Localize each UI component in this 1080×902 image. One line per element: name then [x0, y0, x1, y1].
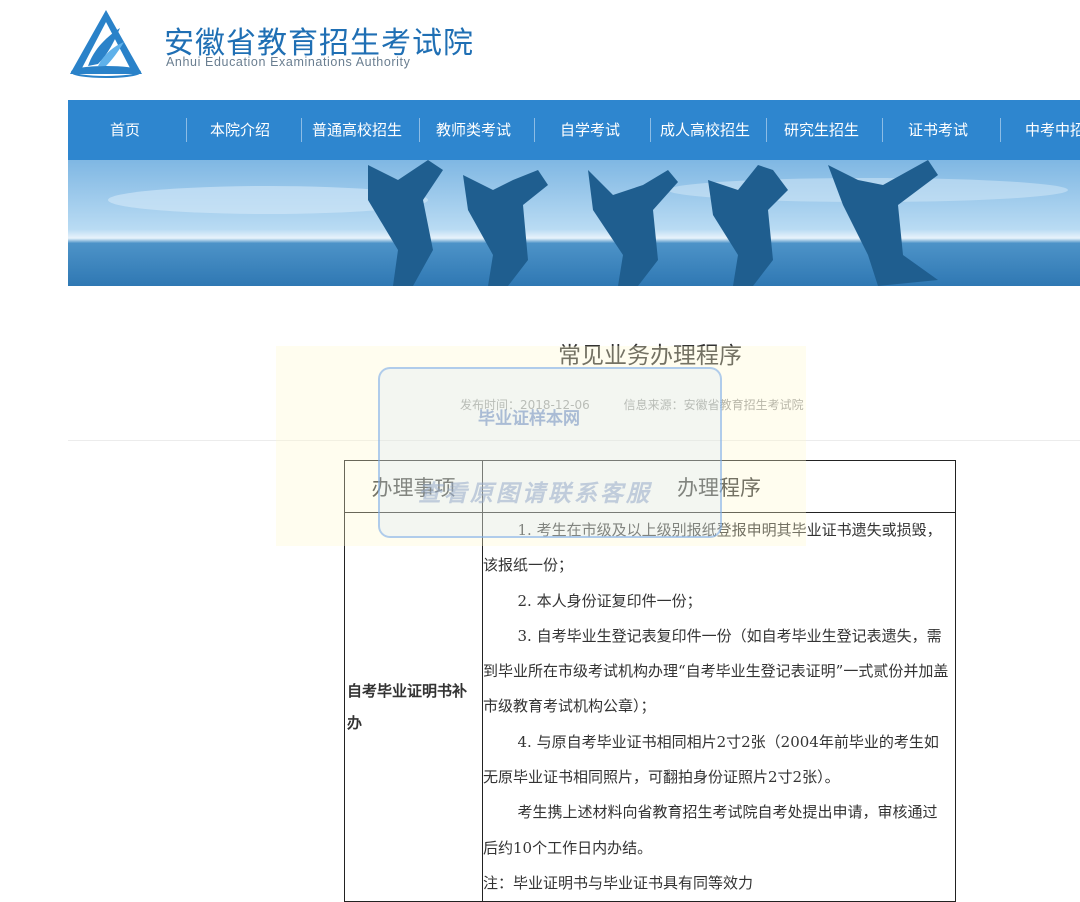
procedure-step: 4. 与原自考毕业证书相同相片2寸2张（2004年前毕业的考生如无原毕业证书相同… — [483, 732, 939, 787]
nav-separator — [650, 118, 651, 142]
nav-item-high-school-entrance[interactable]: 中考中招 — [1025, 100, 1080, 160]
procedure-step: 考生携上述材料向省教育招生考试院自考处提出申请，审核通过后约10个工作日内办结。 — [483, 803, 938, 857]
nav-separator — [766, 118, 767, 142]
procedure-text: 1. 考生在市级及以上级别报纸登报申明其毕业证书遗失或损毁，该报纸一份； 2. … — [482, 511, 956, 902]
nav-separator — [186, 118, 187, 142]
nav-separator — [1000, 118, 1001, 142]
item-name: 自考毕业证明书补办 — [344, 511, 483, 902]
procedure-step: 3. 自考毕业生登记表复印件一份（如自考毕业生登记表遗失，需到毕业所在市级考试机… — [483, 626, 949, 716]
watermark-small-text: 毕业证样本网 — [478, 409, 580, 429]
nav-item-college-admission[interactable]: 普通高校招生 — [312, 100, 402, 160]
nav-separator — [419, 118, 420, 142]
nav-item-adult-college[interactable]: 成人高校招生 — [660, 100, 750, 160]
site-header: 安徽省教育招生考试院 Anhui Education Examinations … — [0, 0, 1080, 100]
logo-icon[interactable] — [68, 8, 144, 78]
watermark-frame — [378, 367, 722, 538]
nav-item-home[interactable]: 首页 — [110, 100, 140, 160]
nav-separator — [301, 118, 302, 142]
main-nav: 首页 本院介绍 普通高校招生 教师类考试 自学考试 成人高校招生 研究生招生 证… — [68, 100, 1080, 160]
table-row: 自考毕业证明书补办 1. 考生在市级及以上级别报纸登报申明其毕业证书遗失或损毁，… — [344, 511, 956, 902]
banner-image — [68, 160, 1080, 286]
nav-item-self-study-exam[interactable]: 自学考试 — [560, 100, 620, 160]
procedure-step: 2. 本人身份证复印件一份； — [517, 591, 702, 610]
nav-item-postgraduate[interactable]: 研究生招生 — [784, 100, 859, 160]
nav-separator — [882, 118, 883, 142]
site-name-english: Anhui Education Examinations Authority — [166, 55, 411, 69]
procedure-note: 注：毕业证明书与毕业证书具有同等效力 — [483, 873, 754, 892]
nav-item-teacher-exam[interactable]: 教师类考试 — [436, 100, 511, 160]
nav-item-certificate-exam[interactable]: 证书考试 — [908, 100, 968, 160]
nav-separator — [534, 118, 535, 142]
watermark-big-text: 查看原图请联系客服 — [418, 481, 652, 507]
nav-item-about[interactable]: 本院介绍 — [210, 100, 270, 160]
